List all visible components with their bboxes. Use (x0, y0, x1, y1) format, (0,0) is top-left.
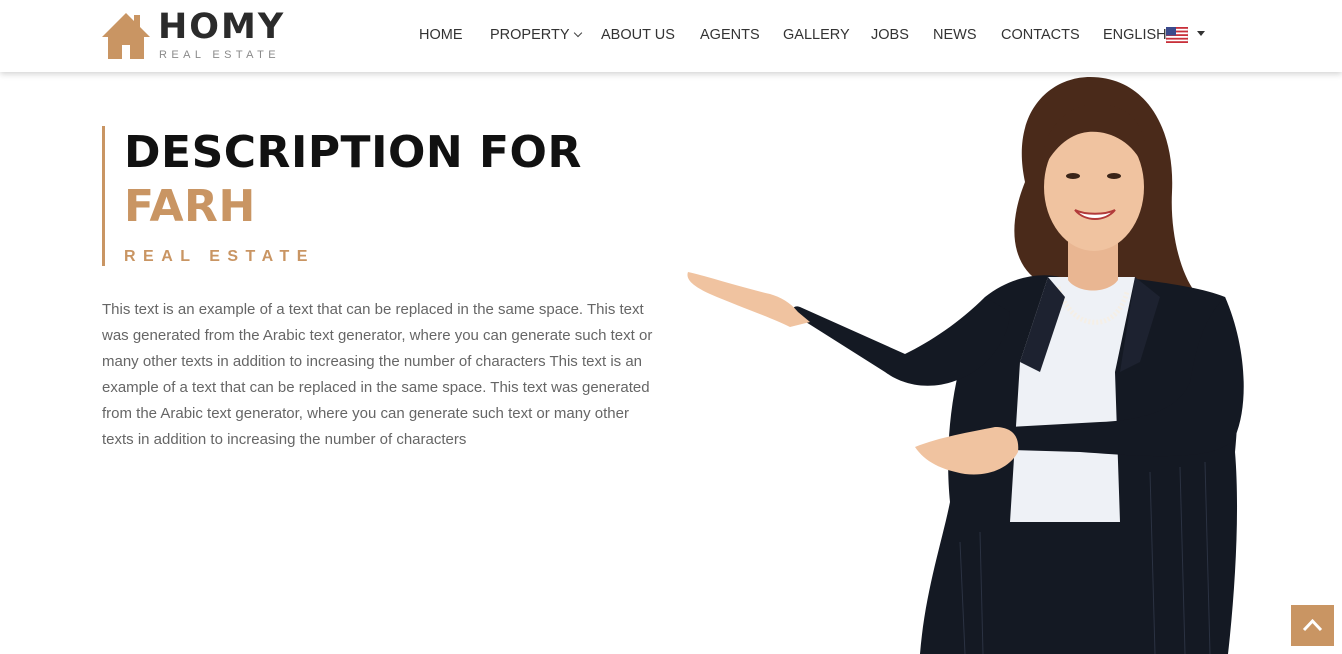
description-text: This text is an example of a text that c… (102, 301, 653, 448)
site-header: HOMY REAL ESTATE HOME PROPERTY ABOUT US … (0, 0, 1342, 72)
nav-item-about-us[interactable]: ABOUT US (601, 26, 675, 44)
nav-item-property-label: PROPERTY (490, 27, 570, 43)
house-icon (102, 13, 150, 59)
page-title-highlight: FARH (124, 181, 256, 232)
page-title: DESCRIPTION FOR (124, 127, 582, 178)
brand-tagline: REAL ESTATE (159, 49, 280, 61)
language-selector[interactable]: ENGLISH (1103, 26, 1167, 44)
nav-item-property[interactable]: PROPERTY (490, 26, 582, 44)
chevron-up-icon (1302, 618, 1323, 632)
site-logo[interactable]: HOMY REAL ESTATE (102, 8, 292, 64)
nav-item-jobs[interactable]: JOBS (871, 26, 909, 44)
nav-item-agents[interactable]: AGENTS (700, 26, 760, 44)
brand-name: HOMY (158, 7, 286, 47)
chevron-down-icon (573, 28, 582, 38)
businesswoman-presenting-illustration (687, 77, 1244, 654)
us-flag-icon[interactable] (1166, 27, 1188, 43)
heading-accent-bar (102, 126, 105, 266)
caret-down-icon[interactable] (1197, 31, 1205, 36)
nav-item-news[interactable]: NEWS (933, 26, 977, 44)
nav-item-contacts[interactable]: CONTACTS (1001, 26, 1080, 44)
nav-item-gallery[interactable]: GALLERY (783, 26, 850, 44)
back-to-top-button[interactable] (1291, 605, 1334, 646)
nav-item-home[interactable]: HOME (419, 26, 463, 44)
page-subtitle: REAL ESTATE (124, 248, 315, 265)
